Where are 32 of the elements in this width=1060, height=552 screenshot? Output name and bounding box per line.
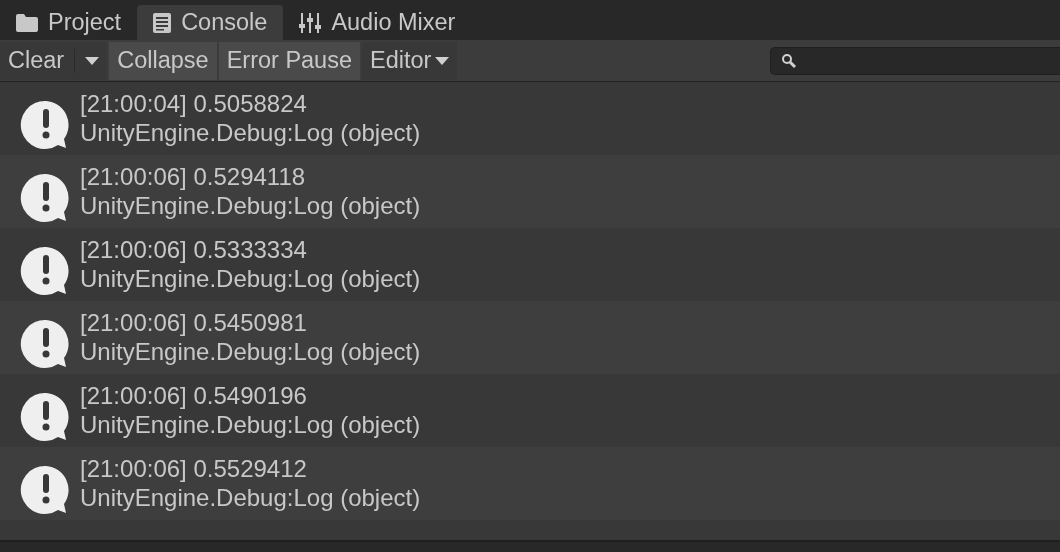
log-source: UnityEngine.Debug:Log (object) bbox=[80, 410, 421, 439]
document-icon bbox=[153, 12, 172, 33]
log-source: UnityEngine.Debug:Log (object) bbox=[80, 264, 421, 293]
tab[interactable]: Project bbox=[0, 5, 138, 40]
log-source: UnityEngine.Debug:Log (object) bbox=[80, 191, 421, 220]
log-message: [21:00:06] 0.5333334 bbox=[80, 235, 308, 264]
toolbar-button[interactable]: Error Pause bbox=[218, 41, 360, 80]
log-message: [21:00:06] 0.5490196 bbox=[80, 381, 308, 410]
log-source: UnityEngine.Debug:Log (object) bbox=[80, 337, 421, 366]
search-icon bbox=[781, 52, 797, 69]
log-source: UnityEngine.Debug:Log (object) bbox=[80, 483, 421, 512]
log-source: UnityEngine.Debug:Log (object) bbox=[80, 118, 421, 147]
info-bubble-icon bbox=[20, 99, 72, 149]
log-message: [21:00:06] 0.5450981 bbox=[80, 308, 308, 337]
tab[interactable]: Console bbox=[137, 5, 284, 40]
toolbar-button[interactable]: Collapse bbox=[109, 41, 217, 80]
info-bubble-icon bbox=[20, 318, 72, 368]
dropdown-button[interactable]: Editor bbox=[362, 41, 458, 80]
caret-icon bbox=[85, 56, 100, 65]
info-bubble-icon bbox=[20, 464, 72, 514]
log-message: [21:00:04] 0.5058824 bbox=[80, 89, 308, 118]
tab[interactable]: Audio Mixer bbox=[283, 5, 472, 40]
search-field[interactable] bbox=[770, 46, 1060, 75]
caret-icon bbox=[435, 56, 450, 65]
info-bubble-icon bbox=[20, 391, 72, 441]
info-bubble-icon bbox=[20, 245, 72, 295]
info-bubble-icon bbox=[20, 172, 72, 222]
folder-icon bbox=[16, 13, 38, 32]
log-message: [21:00:06] 0.5529412 bbox=[80, 454, 308, 483]
toolbar-button[interactable]: Clear bbox=[0, 41, 108, 80]
sliders-icon bbox=[299, 12, 322, 33]
log-message: [21:00:06] 0.5294118 bbox=[80, 162, 307, 191]
